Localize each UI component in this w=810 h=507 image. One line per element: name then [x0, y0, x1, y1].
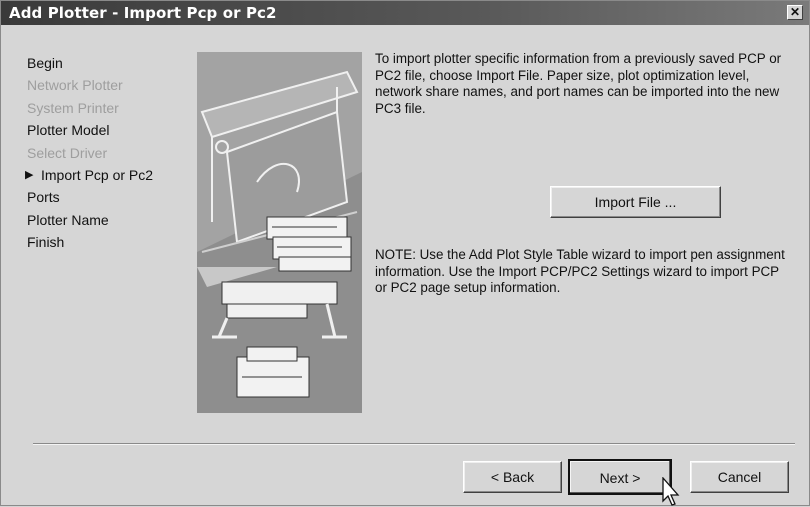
- current-step-arrow-icon: ▶: [25, 168, 34, 181]
- step-network-plotter: Network Plotter: [27, 77, 123, 94]
- step-select-driver: Select Driver: [27, 144, 108, 161]
- next-button[interactable]: Next >: [568, 459, 672, 495]
- add-plotter-dialog: Add Plotter - Import Pcp or Pc2 ✕ Begin …: [0, 0, 810, 506]
- step-finish: Finish: [27, 234, 65, 251]
- back-button[interactable]: < Back: [463, 461, 562, 493]
- close-button[interactable]: ✕: [787, 5, 803, 20]
- step-plotter-model: Plotter Model: [27, 122, 110, 139]
- step-plotter-name: Plotter Name: [27, 211, 109, 228]
- intro-text: To import plotter specific information f…: [375, 51, 782, 116]
- step-system-printer: System Printer: [27, 99, 119, 116]
- window-title: Add Plotter - Import Pcp or Pc2: [9, 4, 277, 22]
- step-ports: Ports: [27, 189, 60, 206]
- cancel-button[interactable]: Cancel: [690, 461, 789, 493]
- plotter-illustration: [197, 52, 362, 413]
- wizard-steps: Begin Network Plotter System Printer Plo…: [25, 52, 187, 254]
- import-file-button[interactable]: Import File ...: [550, 186, 721, 218]
- step-begin: Begin: [27, 55, 63, 71]
- step-import-pcp-pc2: ▶ Import Pcp or Pc2: [25, 164, 187, 186]
- note-text: NOTE: Use the Add Plot Style Table wizar…: [375, 247, 785, 295]
- step-import-label: Import Pcp or Pc2: [41, 166, 154, 183]
- footer-separator: [33, 443, 795, 445]
- mouse-pointer-icon: [662, 477, 680, 506]
- title-bar[interactable]: Add Plotter - Import Pcp or Pc2 ✕: [1, 1, 809, 25]
